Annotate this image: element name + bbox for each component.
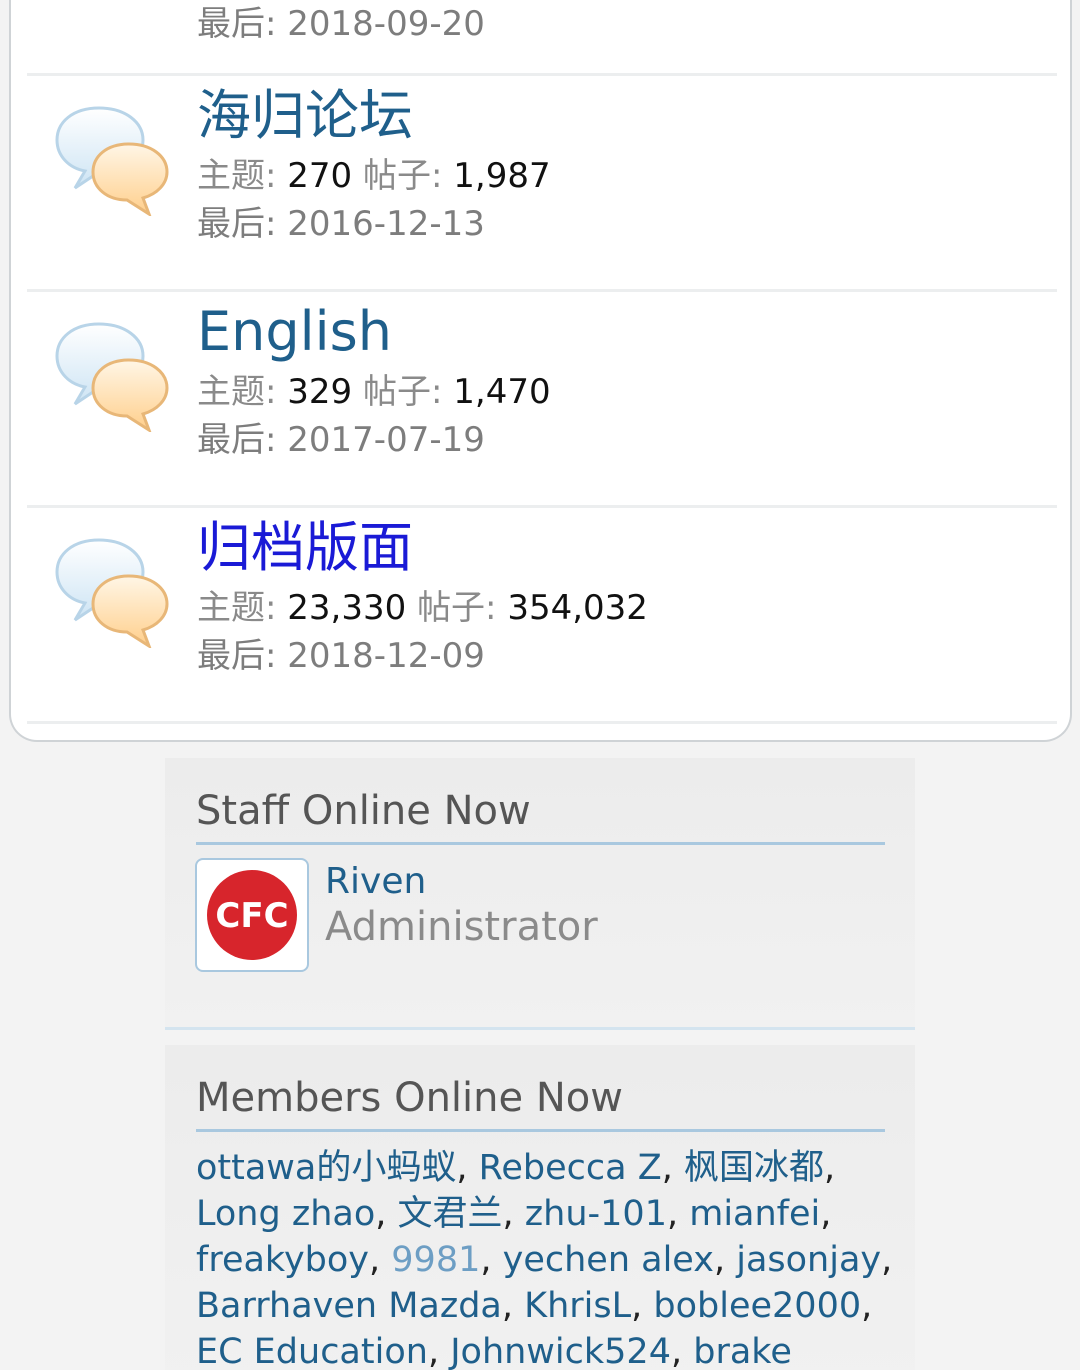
member-separator: ,: [375, 1194, 398, 1234]
forum-last-post: 最后: 2018-12-09: [197, 632, 485, 680]
forum-stats: 主题: 329 帖子: 1,470: [197, 368, 551, 416]
staff-online-title: Staff Online Now: [196, 784, 885, 845]
members-online-title: Members Online Now: [196, 1071, 885, 1132]
staff-member-role: Administrator: [325, 904, 598, 950]
member-link[interactable]: boblee2000: [653, 1286, 861, 1326]
member-link[interactable]: zhu-101: [525, 1194, 667, 1234]
topics-count: 270: [287, 156, 353, 196]
member-separator: ,: [713, 1240, 737, 1280]
member-link[interactable]: EC Education: [196, 1332, 428, 1370]
forum-title-link[interactable]: 海归论坛: [197, 80, 413, 152]
member-link[interactable]: 枫国冰都: [684, 1148, 824, 1188]
last-date: 2018-12-09: [287, 636, 485, 676]
member-separator: ,: [824, 1148, 836, 1188]
last-date: 2016-12-13: [287, 204, 485, 244]
member-link[interactable]: yechen alex: [503, 1240, 714, 1280]
forum-list-card: 最后: 2018-09-20 海归论坛 主题: 270 帖子: 1,987 最后…: [9, 0, 1072, 742]
member-link[interactable]: jasonjay: [736, 1240, 881, 1280]
forum-last-post: 最后: 2018-09-20: [197, 0, 485, 48]
speech-bubbles-icon: [55, 106, 169, 216]
member-separator: ,: [501, 1286, 525, 1326]
posts-label: 帖子:: [363, 372, 443, 412]
member-link[interactable]: Barrhaven Mazda: [196, 1286, 502, 1326]
last-label: 最后:: [197, 204, 277, 244]
avatar-logo-text: CFC: [215, 896, 288, 936]
topics-label: 主题:: [197, 588, 277, 628]
forum-row[interactable]: English 主题: 329 帖子: 1,470 最后: 2017-07-19: [27, 292, 1057, 508]
last-label: 最后:: [197, 420, 277, 460]
member-separator: ,: [666, 1194, 690, 1234]
member-link[interactable]: freakyboy: [196, 1240, 369, 1280]
last-label: 最后:: [197, 4, 277, 44]
member-link[interactable]: Long zhao: [196, 1194, 375, 1234]
topics-label: 主题:: [197, 372, 277, 412]
member-separator: ,: [661, 1148, 684, 1188]
forum-stats: 主题: 270 帖子: 1,987: [197, 152, 551, 200]
member-separator: ,: [369, 1240, 392, 1280]
member-separator: ,: [881, 1240, 893, 1280]
topics-count: 329: [287, 372, 353, 412]
last-label: 最后:: [197, 636, 277, 676]
avatar[interactable]: CFC: [195, 858, 309, 972]
member-link[interactable]: 9981: [391, 1240, 480, 1280]
topics-label: 主题:: [197, 156, 277, 196]
member-link[interactable]: KhrisL: [524, 1286, 631, 1326]
forum-row-partial[interactable]: 最后: 2018-09-20: [27, 0, 1057, 76]
member-link[interactable]: ottawa的小蚂蚁: [196, 1148, 456, 1188]
speech-bubbles-icon: [55, 322, 169, 432]
member-separator: ,: [502, 1194, 525, 1234]
member-separator: ,: [480, 1240, 503, 1280]
speech-bubbles-icon: [55, 538, 169, 648]
member-separator: ,: [820, 1194, 832, 1234]
member-separator: ,: [631, 1286, 654, 1326]
posts-label: 帖子:: [363, 156, 443, 196]
member-link[interactable]: 文君兰: [398, 1194, 503, 1234]
members-online-list: ottawa的小蚂蚁, Rebecca Z, 枫国冰都, Long zhao, …: [196, 1145, 896, 1370]
members-online-panel: Members Online Now ottawa的小蚂蚁, Rebecca Z…: [165, 1045, 915, 1370]
member-separator: ,: [670, 1332, 694, 1370]
posts-label: 帖子:: [417, 588, 497, 628]
forum-row[interactable]: 归档版面 主题: 23,330 帖子: 354,032 最后: 2018-12-…: [27, 508, 1057, 724]
staff-online-panel: Staff Online Now CFC Riven Administrator: [165, 758, 915, 1030]
forum-last-post: 最后: 2017-07-19: [197, 416, 485, 464]
member-link[interactable]: Rebecca Z: [479, 1148, 662, 1188]
forum-last-post: 最后: 2016-12-13: [197, 200, 485, 248]
member-link[interactable]: mianfei: [689, 1194, 820, 1234]
posts-count: 1,470: [453, 372, 551, 412]
topics-count: 23,330: [287, 588, 407, 628]
staff-member-name-link[interactable]: Riven: [325, 860, 426, 904]
last-date: 2018-09-20: [287, 4, 485, 44]
member-separator: ,: [456, 1148, 479, 1188]
forum-stats: 主题: 23,330 帖子: 354,032: [197, 584, 648, 632]
member-link[interactable]: Johnwick524: [450, 1332, 671, 1370]
last-date: 2017-07-19: [287, 420, 485, 460]
posts-count: 354,032: [507, 588, 648, 628]
forum-title-link[interactable]: 归档版面: [197, 512, 413, 584]
member-separator: ,: [427, 1332, 451, 1370]
forum-row[interactable]: 海归论坛 主题: 270 帖子: 1,987 最后: 2016-12-13: [27, 76, 1057, 292]
cfc-logo-icon: CFC: [207, 870, 297, 960]
member-separator: ,: [861, 1286, 873, 1326]
forum-title-link[interactable]: English: [197, 296, 392, 368]
posts-count: 1,987: [453, 156, 551, 196]
